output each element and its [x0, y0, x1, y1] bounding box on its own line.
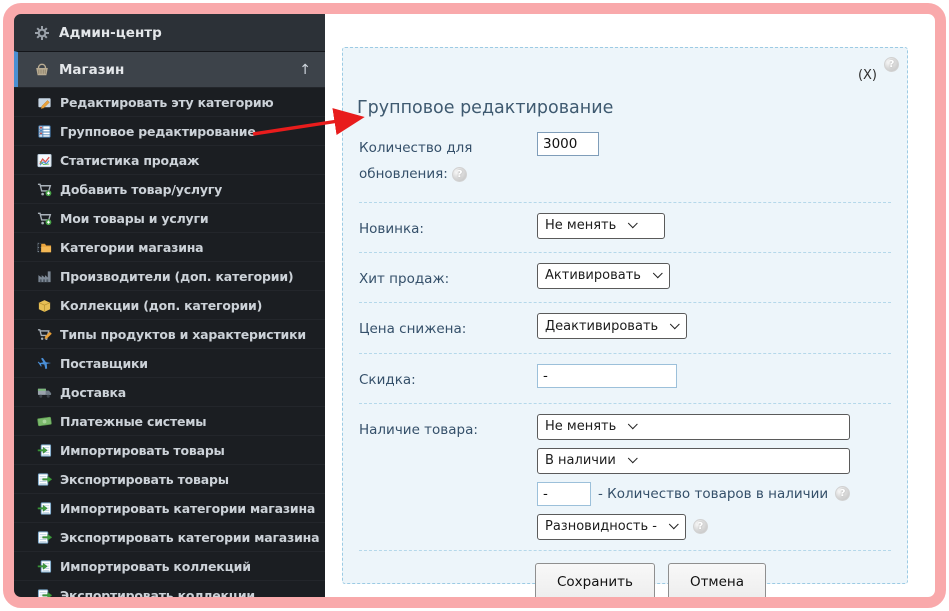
form-actions: Сохранить Отмена [357, 551, 893, 601]
availability-label: Наличие товара: [359, 414, 537, 443]
manufacturers-icon [37, 269, 52, 284]
screenshot-stage: Админ-центр Магазин ↑ Редактировать эту … [0, 0, 949, 611]
sidebar-item-payment-systems[interactable]: Платежные системы [14, 406, 325, 435]
close-button[interactable]: (X) [858, 68, 877, 83]
availability-mode-select[interactable]: Не менять [537, 414, 850, 440]
delivery-icon [37, 385, 52, 400]
sidebar-item-my-products[interactable]: Мои товары и услуги [14, 203, 325, 232]
my-products-icon [37, 211, 52, 226]
shop-categories-icon [37, 240, 52, 255]
sidebar-item-product-types[interactable]: Типы продуктов и характеристики [14, 319, 325, 348]
sidebar-item-import-products[interactable]: Импортировать товары [14, 435, 325, 464]
form-row-bestseller: Хит продаж: Активировать [357, 253, 893, 302]
sidebar-item-sales-stats[interactable]: Статистика продаж [14, 145, 325, 174]
suppliers-icon [37, 356, 52, 371]
sidebar-item-group-edit[interactable]: Групповое редактирование [14, 116, 325, 145]
payment-systems-icon [37, 414, 52, 429]
cancel-button[interactable]: Отмена [668, 563, 766, 601]
page-title: Групповое редактирование [357, 98, 613, 118]
discount-input[interactable] [537, 364, 677, 388]
save-button[interactable]: Сохранить [535, 563, 655, 601]
collections-icon [37, 298, 52, 313]
sidebar-item-delivery[interactable]: Доставка [14, 377, 325, 406]
form-row-quantity: Количество для обновления: ? [357, 124, 893, 202]
form-row-novelty: Новинка: Не менять [357, 203, 893, 252]
add-product-icon [37, 182, 52, 197]
export-icon [37, 530, 52, 545]
product-types-icon [37, 327, 52, 342]
sidebar-item-admin-center[interactable]: Админ-центр [14, 14, 325, 51]
admin-sidebar: Админ-центр Магазин ↑ Редактировать эту … [14, 14, 325, 598]
form-row-discount: Скидка: [357, 354, 893, 403]
availability-stock-select[interactable]: В наличии [537, 448, 850, 474]
sidebar-item-label: Магазин [59, 62, 124, 78]
export-icon [37, 588, 52, 599]
chevron-down-icon [669, 520, 679, 530]
sidebar-item-add-product[interactable]: Добавить товар/услугу [14, 174, 325, 203]
sales-stats-icon [37, 153, 52, 168]
availability-quantity-note: - Количество товаров в наличии [598, 486, 828, 502]
group-edit-icon [37, 124, 52, 139]
chevron-down-icon [628, 420, 638, 430]
discount-label: Скидка: [359, 364, 537, 393]
sidebar-item-export-collections[interactable]: Экспортировать коллекции [14, 580, 325, 598]
collapse-up-icon[interactable]: ↑ [299, 62, 311, 78]
sidebar-item-manufacturers[interactable]: Производители (доп. категории) [14, 261, 325, 290]
sidebar-item-shop-categories[interactable]: Категории магазина [14, 232, 325, 261]
sidebar-item-shop[interactable]: Магазин ↑ [14, 51, 325, 87]
chevron-down-icon [670, 319, 680, 329]
import-icon [37, 559, 52, 574]
sidebar-item-label: Админ-центр [59, 25, 162, 41]
gear-icon [34, 25, 50, 41]
sidebar-item-import-categories[interactable]: Импортировать категории магазина [14, 493, 325, 522]
chevron-down-icon [628, 219, 638, 229]
bestseller-select[interactable]: Активировать [537, 263, 670, 289]
bestseller-label: Хит продаж: [359, 263, 537, 292]
price-reduced-label: Цена снижена: [359, 313, 537, 342]
quantity-label: Количество для обновления: ? [359, 132, 537, 188]
edit-category-icon [37, 95, 52, 110]
chevron-down-icon [628, 454, 638, 464]
help-icon[interactable]: ? [835, 486, 850, 501]
sidebar-item-export-categories[interactable]: Экспортировать категории магазина [14, 522, 325, 551]
import-icon [37, 501, 52, 516]
basket-icon [34, 62, 50, 78]
form-row-availability: Наличие товара: Не менять В наличии - Ко… [357, 404, 893, 550]
sidebar-item-import-collections[interactable]: Импортировать коллекций [14, 551, 325, 580]
help-icon[interactable]: ? [693, 519, 708, 534]
export-icon [37, 472, 52, 487]
availability-quantity-input[interactable] [537, 482, 591, 506]
form-row-price-reduced: Цена снижена: Деактивировать [357, 303, 893, 352]
sidebar-item-suppliers[interactable]: Поставщики [14, 348, 325, 377]
price-reduced-select[interactable]: Деактивировать [537, 313, 687, 339]
sidebar-item-export-products[interactable]: Экспортировать товары [14, 464, 325, 493]
novelty-label: Новинка: [359, 213, 537, 242]
chevron-down-icon [653, 269, 663, 279]
novelty-select[interactable]: Не менять [537, 213, 665, 239]
sidebar-item-edit-category[interactable]: Редактировать эту категорию [14, 87, 325, 116]
help-icon[interactable]: ? [884, 57, 899, 72]
availability-variant-select[interactable]: Разновидность - [537, 514, 686, 540]
help-icon[interactable]: ? [452, 167, 467, 182]
sidebar-item-collections[interactable]: Коллекции (доп. категории) [14, 290, 325, 319]
import-icon [37, 443, 52, 458]
group-edit-panel: (X) ? Групповое редактирование Количеств… [342, 47, 908, 584]
panel-header: (X) ? Групповое редактирование [357, 48, 893, 124]
quantity-input[interactable] [537, 132, 599, 156]
